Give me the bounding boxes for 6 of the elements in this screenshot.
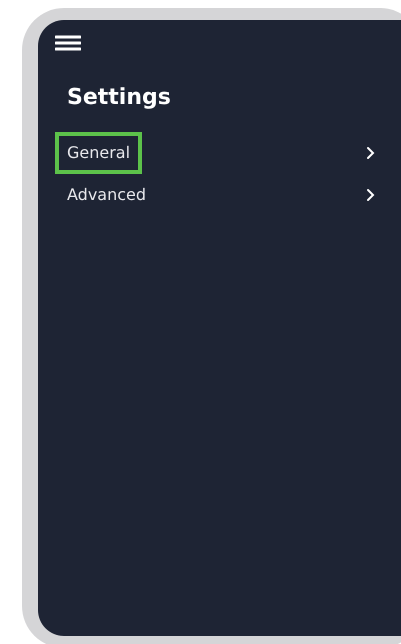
settings-item[interactable]: General [55,132,142,174]
chevron-right-icon[interactable] [366,188,375,202]
page-title: Settings [67,85,172,110]
settings-item[interactable]: Advanced [55,174,158,216]
chevron-right-icon[interactable] [366,146,375,160]
menu-icon[interactable] [55,35,81,51]
